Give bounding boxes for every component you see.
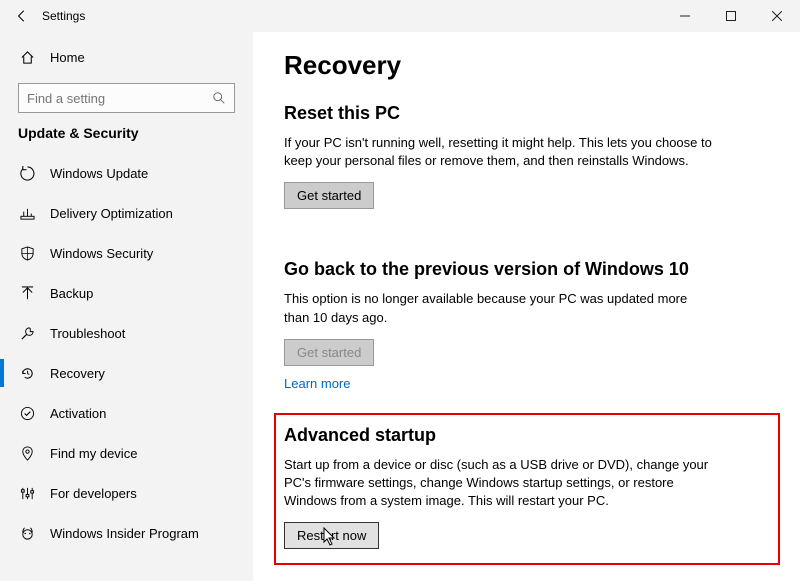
find-my-device-icon [18, 446, 36, 461]
advanced-startup-highlight: Advanced startup Start up from a device … [274, 413, 780, 566]
sidebar-item-label: Recovery [50, 366, 105, 381]
main-content: Recovery Reset this PC If your PC isn't … [253, 32, 800, 581]
back-button[interactable] [10, 9, 34, 23]
sidebar-item-find-my-device[interactable]: Find my device [0, 433, 253, 473]
sidebar-item-insider[interactable]: Windows Insider Program [0, 513, 253, 553]
restart-now-button[interactable]: Restart now [284, 522, 379, 549]
go-back-body: This option is no longer available becau… [284, 290, 714, 326]
sidebar-item-for-developers[interactable]: For developers [0, 473, 253, 513]
go-back-title: Go back to the previous version of Windo… [284, 259, 770, 280]
reset-pc-get-started-button[interactable]: Get started [284, 182, 374, 209]
sidebar-item-delivery-optimization[interactable]: Delivery Optimization [0, 193, 253, 233]
insider-icon [18, 526, 36, 541]
sidebar-item-activation[interactable]: Activation [0, 393, 253, 433]
sidebar-item-windows-security[interactable]: Windows Security [0, 233, 253, 273]
reset-pc-title: Reset this PC [284, 103, 770, 124]
advanced-startup-title: Advanced startup [284, 425, 768, 446]
sidebar-section-label: Update & Security [0, 125, 253, 147]
home-icon [18, 50, 36, 65]
activation-icon [18, 406, 36, 421]
maximize-button[interactable] [708, 0, 754, 32]
reset-pc-body: If your PC isn't running well, resetting… [284, 134, 714, 170]
close-button[interactable] [754, 0, 800, 32]
window-title: Settings [42, 9, 85, 23]
search-input-wrapper[interactable] [18, 83, 235, 113]
sidebar-item-label: Backup [50, 286, 93, 301]
advanced-startup-body: Start up from a device or disc (such as … [284, 456, 714, 511]
sidebar-item-recovery[interactable]: Recovery [0, 353, 253, 393]
sidebar: Home Update & Security Windows Update Del… [0, 32, 253, 581]
sidebar-item-windows-update[interactable]: Windows Update [0, 153, 253, 193]
troubleshoot-icon [18, 326, 36, 341]
learn-more-link[interactable]: Learn more [284, 376, 350, 391]
sidebar-item-backup[interactable]: Backup [0, 273, 253, 313]
windows-security-icon [18, 246, 36, 261]
search-input[interactable] [25, 90, 210, 107]
sidebar-item-label: Windows Insider Program [50, 526, 199, 541]
recovery-icon [18, 366, 36, 381]
sidebar-item-label: Find my device [50, 446, 137, 461]
go-back-get-started-button: Get started [284, 339, 374, 366]
sidebar-item-troubleshoot[interactable]: Troubleshoot [0, 313, 253, 353]
search-icon [210, 91, 228, 105]
page-title: Recovery [284, 50, 770, 81]
windows-update-icon [18, 166, 36, 181]
delivery-optimization-icon [18, 206, 36, 221]
sidebar-item-label: Delivery Optimization [50, 206, 173, 221]
sidebar-item-label: Windows Security [50, 246, 153, 261]
sidebar-home-label: Home [50, 50, 85, 65]
sidebar-item-label: Windows Update [50, 166, 148, 181]
for-developers-icon [18, 486, 36, 501]
minimize-button[interactable] [662, 0, 708, 32]
sidebar-item-label: Activation [50, 406, 106, 421]
sidebar-item-label: For developers [50, 486, 137, 501]
sidebar-item-label: Troubleshoot [50, 326, 125, 341]
sidebar-home[interactable]: Home [0, 42, 253, 73]
backup-icon [18, 286, 36, 301]
